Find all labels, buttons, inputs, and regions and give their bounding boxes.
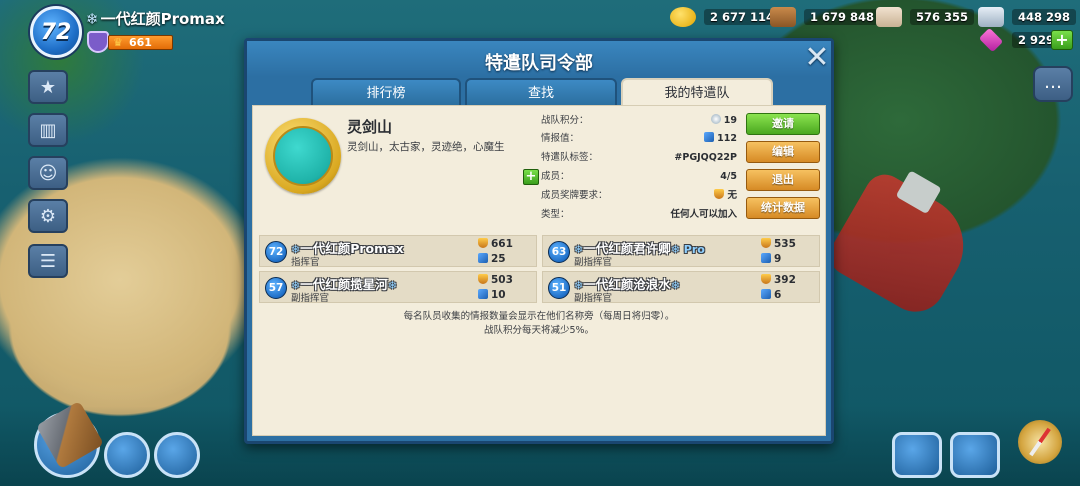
- wood-resource: 1 679 848: [770, 7, 881, 27]
- member-level-badge: 51: [548, 277, 570, 299]
- member-card[interactable]: 63 ❄一代红颜君许卿❄ Pro 副指挥官 535 9: [542, 235, 820, 268]
- member-card[interactable]: 72 ❄一代红颜Promax 指挥官 661 25: [259, 235, 537, 268]
- chat-bubble-icon: …: [1044, 72, 1062, 93]
- stat-members: 成员： 4/5: [541, 171, 737, 182]
- medal-icon: [761, 274, 771, 284]
- reports-icon: ☰: [39, 250, 57, 272]
- close-button[interactable]: ✕: [803, 43, 831, 73]
- statistics-button[interactable]: 统计数据: [746, 197, 820, 219]
- reports-button[interactable]: ☰: [28, 244, 68, 278]
- fleet-button[interactable]: [892, 432, 942, 478]
- gold-icon: [670, 7, 696, 27]
- member-level-badge: 57: [265, 277, 287, 299]
- player-medal-count: ♛ 661: [108, 35, 173, 50]
- member-intel: 9: [761, 253, 797, 265]
- ranking-icon: ▥: [39, 119, 57, 141]
- taskforce-panel: 灵剑山 灵剑山，太古家，灵迹绝，心魔生 战队积分： 19 情报值： 112 特遣…: [252, 105, 826, 436]
- medal-icon: [714, 189, 725, 199]
- taskforce-name: 灵剑山: [347, 118, 393, 136]
- player-name: ❄ 一代红颜Promax: [86, 10, 225, 28]
- stat-intel: 情报值： 112: [541, 132, 737, 144]
- stat-type: 类型： 任何人可以加入: [541, 209, 737, 220]
- leaderboard-button[interactable]: ▥: [28, 113, 68, 147]
- settings-button[interactable]: ⚙: [28, 199, 68, 233]
- buy-diamonds-button[interactable]: +: [1051, 30, 1073, 50]
- iron-icon: [978, 7, 1004, 27]
- stat-score: 战队积分： 19: [541, 114, 737, 126]
- member-intel: 6: [761, 289, 797, 301]
- iron-resource: 448 298: [978, 7, 1077, 27]
- team-icon: ☺: [38, 162, 58, 184]
- tab-search[interactable]: 查找: [465, 78, 617, 106]
- invite-button[interactable]: 邀请: [746, 113, 820, 135]
- rank-medal-icon: [87, 31, 109, 53]
- chat-button[interactable]: …: [1033, 66, 1073, 102]
- medal-icon: [478, 238, 488, 248]
- stone-resource: 576 355: [876, 7, 975, 27]
- score-icon: [710, 114, 721, 124]
- footnote: 每名队员收集的情报数量会显示在他们名称旁（每周日将归零）。 战队积分每天将减少5…: [403, 311, 675, 336]
- player-ship[interactable]: [822, 167, 982, 323]
- compass-icon[interactable]: [1018, 420, 1062, 464]
- edit-button[interactable]: 编辑: [746, 141, 820, 163]
- stat-medal-requirement: 成员奖牌要求： 无: [541, 189, 737, 201]
- member-medals: 661: [478, 238, 514, 250]
- stone-icon: [876, 7, 902, 27]
- member-role: 副指挥官: [574, 293, 613, 304]
- intel-icon: [761, 289, 771, 299]
- member-level-badge: 72: [265, 241, 287, 263]
- medal-icon: ♛: [113, 36, 123, 49]
- favorites-button[interactable]: ★: [28, 70, 68, 104]
- gear-icon: ⚙: [39, 205, 57, 227]
- emblem-shield-icon: [273, 126, 333, 186]
- taskforce-description: 灵剑山，太古家，灵迹绝，心魔生: [347, 141, 505, 153]
- player-level-badge[interactable]: 72: [30, 6, 82, 58]
- tab-leaderboard[interactable]: 排行榜: [311, 78, 461, 106]
- medal-icon: [478, 274, 488, 284]
- stars-icon: ★: [39, 76, 57, 98]
- medal-icon: [761, 238, 771, 248]
- taskforce-emblem: [265, 118, 341, 194]
- member-intel: 25: [478, 253, 514, 265]
- diamond-icon: [978, 27, 1004, 53]
- intel-icon: [478, 289, 488, 299]
- member-role: 指挥官: [291, 257, 320, 268]
- taskforce-dialog: 特遣队司令部 ✕ 排行榜 查找 我的特遣队 灵剑山 灵剑山，太古家，灵迹绝，心魔…: [244, 38, 834, 444]
- gold-resource: 2 677 114: [670, 7, 781, 27]
- member-medals: 392: [761, 274, 797, 286]
- tab-my-taskforce[interactable]: 我的特遣队: [621, 78, 773, 106]
- member-role: 副指挥官: [574, 257, 613, 268]
- intel-icon: [761, 253, 771, 263]
- taskforce-button[interactable]: ☺: [28, 156, 68, 190]
- world-map-button[interactable]: [950, 432, 1000, 478]
- member-role: 副指挥官: [291, 293, 330, 304]
- member-medals: 535: [761, 238, 797, 250]
- diamond-resource: 2 929: [978, 27, 1061, 53]
- add-member-button[interactable]: +: [523, 169, 539, 185]
- dialog-title: 特遣队司令部: [485, 53, 593, 74]
- snowflake-icon: ❄: [86, 10, 99, 28]
- stat-tag: 特遣队标签： #PGJQQ22P: [541, 152, 737, 163]
- intel-icon: [704, 132, 715, 142]
- intel-icon: [478, 253, 488, 263]
- member-card[interactable]: 57 ❄一代红颜揽星河❄ 副指挥官 503 10: [259, 271, 537, 304]
- map-button[interactable]: [104, 432, 150, 478]
- member-level-badge: 63: [548, 241, 570, 263]
- member-card[interactable]: 51 ❄一代红颜沧浪水❄ 副指挥官 392 6: [542, 271, 820, 304]
- wood-icon: [770, 7, 796, 27]
- treasure-button[interactable]: [154, 432, 200, 478]
- leave-button[interactable]: 退出: [746, 169, 820, 191]
- member-medals: 503: [478, 274, 514, 286]
- member-intel: 10: [478, 289, 514, 301]
